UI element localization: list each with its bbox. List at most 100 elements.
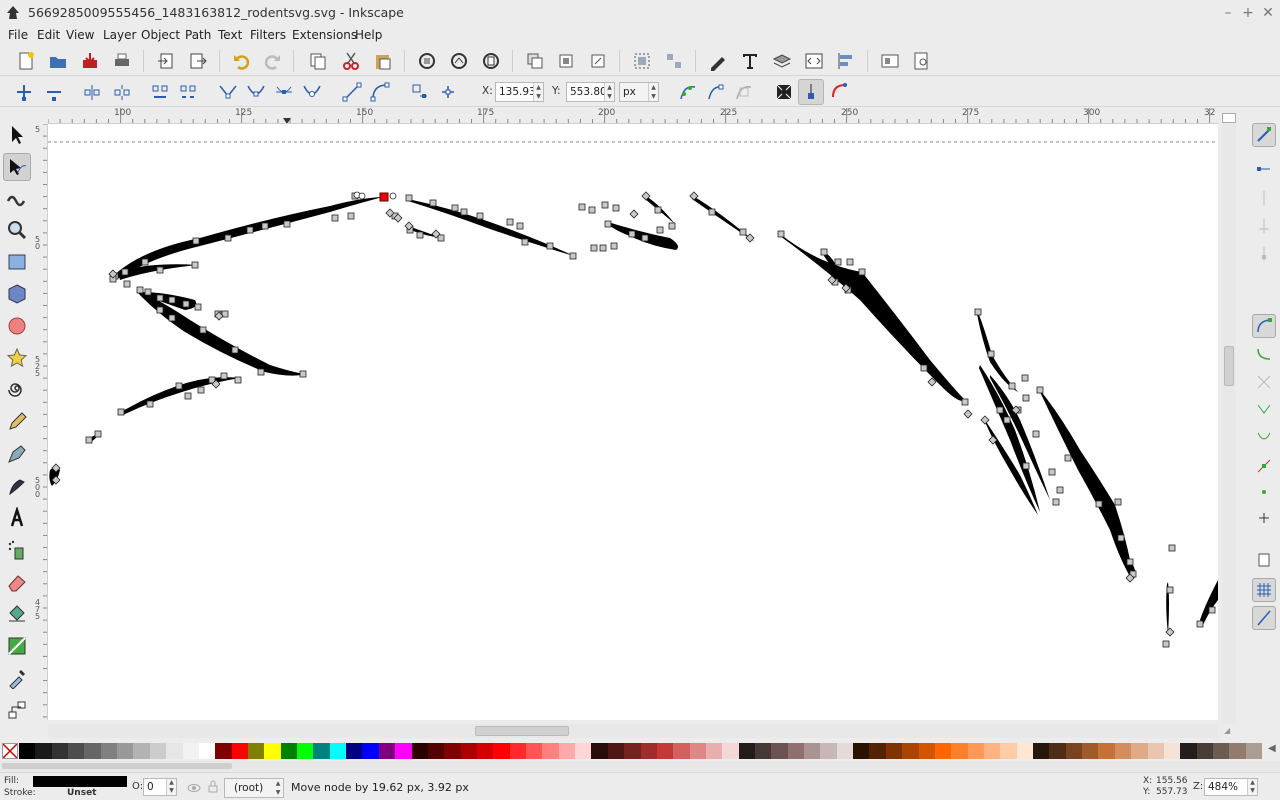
path-node[interactable] [1048, 468, 1056, 476]
color-swatch[interactable] [820, 743, 838, 759]
new-icon[interactable] [13, 48, 39, 74]
snap-toggle-icon[interactable] [1252, 123, 1276, 147]
palette-menu-icon[interactable]: ◀ [1268, 743, 1276, 754]
path-node[interactable] [1165, 627, 1175, 637]
color-swatch[interactable] [934, 743, 952, 759]
color-swatch[interactable] [591, 743, 609, 759]
color-swatch[interactable] [493, 743, 511, 759]
color-swatch[interactable] [1049, 743, 1067, 759]
snap-grids-icon[interactable] [1252, 578, 1276, 602]
color-swatch[interactable] [411, 743, 429, 759]
color-swatch[interactable] [1180, 743, 1198, 759]
color-swatch[interactable] [509, 743, 527, 759]
path-node[interactable] [1114, 498, 1122, 506]
path-node[interactable] [141, 258, 149, 266]
path-node[interactable] [708, 208, 716, 216]
path-node[interactable] [1022, 394, 1030, 402]
color-swatch[interactable] [329, 743, 347, 759]
path-node[interactable] [331, 214, 339, 222]
menu-file[interactable]: File [8, 28, 28, 42]
path-node[interactable] [146, 400, 154, 408]
menu-object[interactable]: Object [141, 28, 180, 42]
path-node[interactable] [961, 398, 969, 406]
path-node[interactable] [1021, 374, 1029, 382]
color-swatch[interactable] [149, 743, 167, 759]
clone-icon[interactable] [553, 48, 579, 74]
path-node[interactable] [299, 370, 307, 378]
zoom-drawing-icon[interactable] [446, 48, 472, 74]
path-node[interactable] [601, 201, 609, 209]
color-swatch[interactable] [1163, 743, 1181, 759]
color-swatch[interactable] [1196, 743, 1214, 759]
color-swatch[interactable] [264, 743, 282, 759]
path-node[interactable] [834, 258, 842, 266]
color-swatch[interactable] [395, 743, 412, 759]
node-handle[interactable] [389, 192, 397, 200]
path-node[interactable] [1032, 430, 1040, 438]
show-transform-handles-icon[interactable] [771, 79, 797, 105]
toggle-visibility-icon[interactable] [187, 781, 201, 795]
path-node[interactable] [1208, 606, 1216, 614]
path-node[interactable] [257, 368, 265, 376]
snap-bbox-edge-icon[interactable] [1252, 186, 1276, 210]
close-icon[interactable]: ✕ [1258, 3, 1278, 23]
path-node[interactable] [144, 288, 152, 296]
color-swatch[interactable] [558, 743, 576, 759]
zoom-page-icon[interactable] [478, 48, 504, 74]
path-node[interactable] [197, 386, 205, 394]
path-node[interactable] [416, 231, 424, 239]
color-swatch[interactable] [918, 743, 936, 759]
color-swatch[interactable] [166, 743, 184, 759]
path-node[interactable] [156, 266, 164, 274]
path-node[interactable] [451, 204, 459, 212]
path-node[interactable] [612, 204, 620, 212]
palette-scrollbar[interactable] [0, 761, 1280, 771]
stroke-indicator[interactable]: Unset [67, 788, 96, 798]
zoom-tool-icon[interactable] [3, 216, 31, 244]
path-node[interactable] [405, 194, 413, 202]
color-swatch[interactable] [35, 743, 53, 759]
path-node[interactable] [156, 294, 164, 302]
eraser-tool-icon[interactable] [3, 568, 31, 596]
preferences-icon[interactable] [909, 48, 935, 74]
delete-node-icon[interactable] [41, 79, 67, 105]
snap-bbox-icon[interactable] [1252, 158, 1276, 182]
menu-text[interactable]: Text [218, 28, 242, 42]
color-swatch[interactable] [1016, 743, 1034, 759]
x-coordinate-field[interactable]: 135.938 ▲ ▼ [495, 82, 544, 102]
color-swatch[interactable] [117, 743, 134, 759]
unlink-clone-icon[interactable] [585, 48, 611, 74]
menu-edit[interactable]: Edit [37, 28, 60, 42]
path-node[interactable] [1196, 620, 1204, 628]
color-swatch[interactable] [280, 743, 298, 759]
undo-icon[interactable] [229, 48, 255, 74]
path-node[interactable] [117, 408, 125, 416]
color-swatch[interactable] [297, 743, 314, 759]
ungroup-icon[interactable] [661, 48, 687, 74]
color-swatch[interactable] [378, 743, 396, 759]
path-node[interactable] [599, 244, 607, 252]
node-auto-smooth-icon[interactable] [299, 79, 325, 105]
color-swatch[interactable] [673, 743, 691, 759]
open-icon[interactable] [45, 48, 71, 74]
path-node[interactable] [656, 226, 664, 234]
path-node[interactable] [136, 286, 144, 294]
menu-path[interactable]: Path [185, 28, 211, 42]
path-node[interactable] [1003, 416, 1011, 424]
path-node[interactable] [168, 296, 176, 304]
color-swatch[interactable] [624, 743, 641, 759]
selected-node[interactable] [379, 192, 389, 202]
path-node[interactable] [516, 222, 524, 230]
color-swatch[interactable] [869, 743, 887, 759]
spray-tool-icon[interactable] [3, 536, 31, 564]
copy-icon[interactable] [305, 48, 331, 74]
gradient-tool-icon[interactable] [3, 632, 31, 660]
path-node[interactable] [94, 430, 102, 438]
path-node[interactable] [231, 346, 239, 354]
edit-path-effect-icon[interactable] [675, 79, 701, 105]
color-swatch[interactable] [68, 743, 85, 759]
cut-icon[interactable] [338, 48, 364, 74]
color-swatch[interactable] [1065, 743, 1083, 759]
path-node[interactable] [920, 364, 928, 372]
path-node[interactable] [85, 436, 93, 444]
